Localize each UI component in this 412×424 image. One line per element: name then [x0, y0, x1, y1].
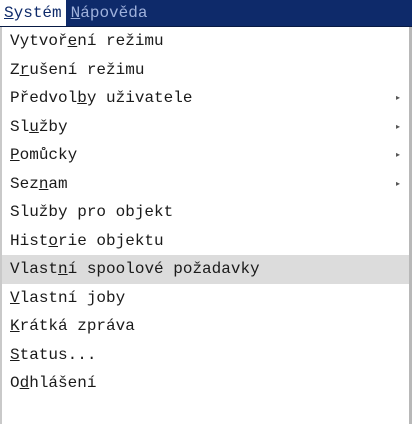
submenu-arrow-icon: ▸ [395, 178, 400, 188]
system-dropdown-menu: Vytvoření režimu Zrušení režimu Předvolb… [0, 27, 412, 424]
item-label-post: ní režimu [77, 32, 164, 50]
item-mnemonic: r [19, 60, 30, 79]
item-mnemonic: n [38, 174, 49, 193]
item-label-pre: Z [10, 60, 20, 79]
menu-system[interactable]: Systém [0, 0, 66, 26]
menu-item-historie-objektu[interactable]: Historie objektu [2, 227, 409, 256]
menu-item-predvolby-uzivatele[interactable]: Předvolby uživatele ▸ [2, 84, 409, 113]
menu-help-label-post: ápověda [80, 4, 148, 22]
menu-item-vlastni-joby[interactable]: Vlastní joby [2, 284, 409, 313]
item-label-post: ušení režimu [29, 60, 145, 79]
item-label-pre: Sez [10, 174, 39, 193]
item-mnemonic: o [48, 231, 59, 250]
menu-item-kratka-zprava[interactable]: Krátká zpráva [2, 312, 409, 341]
menu-bar: Systém Nápověda [0, 0, 412, 27]
submenu-arrow-icon: ▸ [395, 150, 400, 159]
item-label-post: tatus... [19, 345, 97, 364]
item-mnemonic: V [10, 288, 20, 307]
item-mnemonic: S [10, 345, 20, 364]
menu-item-odhlaseni[interactable]: Odhlášení [2, 369, 409, 398]
menu-item-sluzby[interactable]: Služby ▸ [2, 113, 409, 142]
item-label-pre: Předvol [10, 89, 78, 107]
menu-item-status[interactable]: Status... [2, 341, 409, 370]
item-label-post: rátká zpráva [19, 317, 135, 335]
item-mnemonic: d [19, 374, 30, 392]
item-label-post: hlášení [29, 374, 97, 392]
menu-item-seznam[interactable]: Seznam ▸ [2, 170, 409, 199]
item-label-post: y uživatele [86, 89, 193, 107]
item-label-pre: O [10, 374, 20, 392]
item-mnemonic: b [77, 89, 87, 107]
menu-system-label-post: ystém [13, 4, 62, 22]
item-label-post: am [48, 174, 68, 193]
menu-help[interactable]: Nápověda [68, 0, 151, 26]
menu-item-vytvoreni-rezimu[interactable]: Vytvoření režimu [2, 27, 409, 56]
menu-item-sluzby-pro-objekt[interactable]: Služby pro objekt [2, 198, 409, 227]
item-label-post: í spoolové požadavky [67, 260, 260, 278]
item-mnemonic: P [10, 146, 20, 164]
item-label-post: rie objektu [58, 231, 164, 250]
menu-item-zruseni-rezimu[interactable]: Zrušení režimu [2, 56, 409, 85]
menu-system-mnemonic: S [4, 4, 14, 22]
item-label-post: omůcky [19, 146, 78, 164]
item-mnemonic: n [58, 260, 68, 278]
item-label-post: žby [38, 117, 68, 136]
item-label-pre: Služby pro objekt [10, 203, 174, 221]
item-mnemonic: u [29, 117, 39, 136]
item-mnemonic: e [67, 32, 78, 50]
item-label-pre: Sl [10, 117, 30, 136]
item-label-pre: Hist [10, 231, 49, 250]
menu-item-vlastni-spoolove-pozadavky[interactable]: Vlastní spoolové požadavky [2, 255, 409, 284]
item-label-post: lastní joby [19, 288, 126, 307]
item-label-pre: Vlast [10, 260, 59, 278]
item-mnemonic: K [10, 317, 20, 335]
menu-item-pomucky[interactable]: Pomůcky ▸ [2, 141, 409, 170]
menu-help-mnemonic: N [70, 4, 81, 22]
submenu-arrow-icon: ▸ [395, 93, 400, 102]
submenu-arrow-icon: ▸ [395, 121, 400, 131]
item-label-pre: Vytvoř [10, 32, 68, 50]
